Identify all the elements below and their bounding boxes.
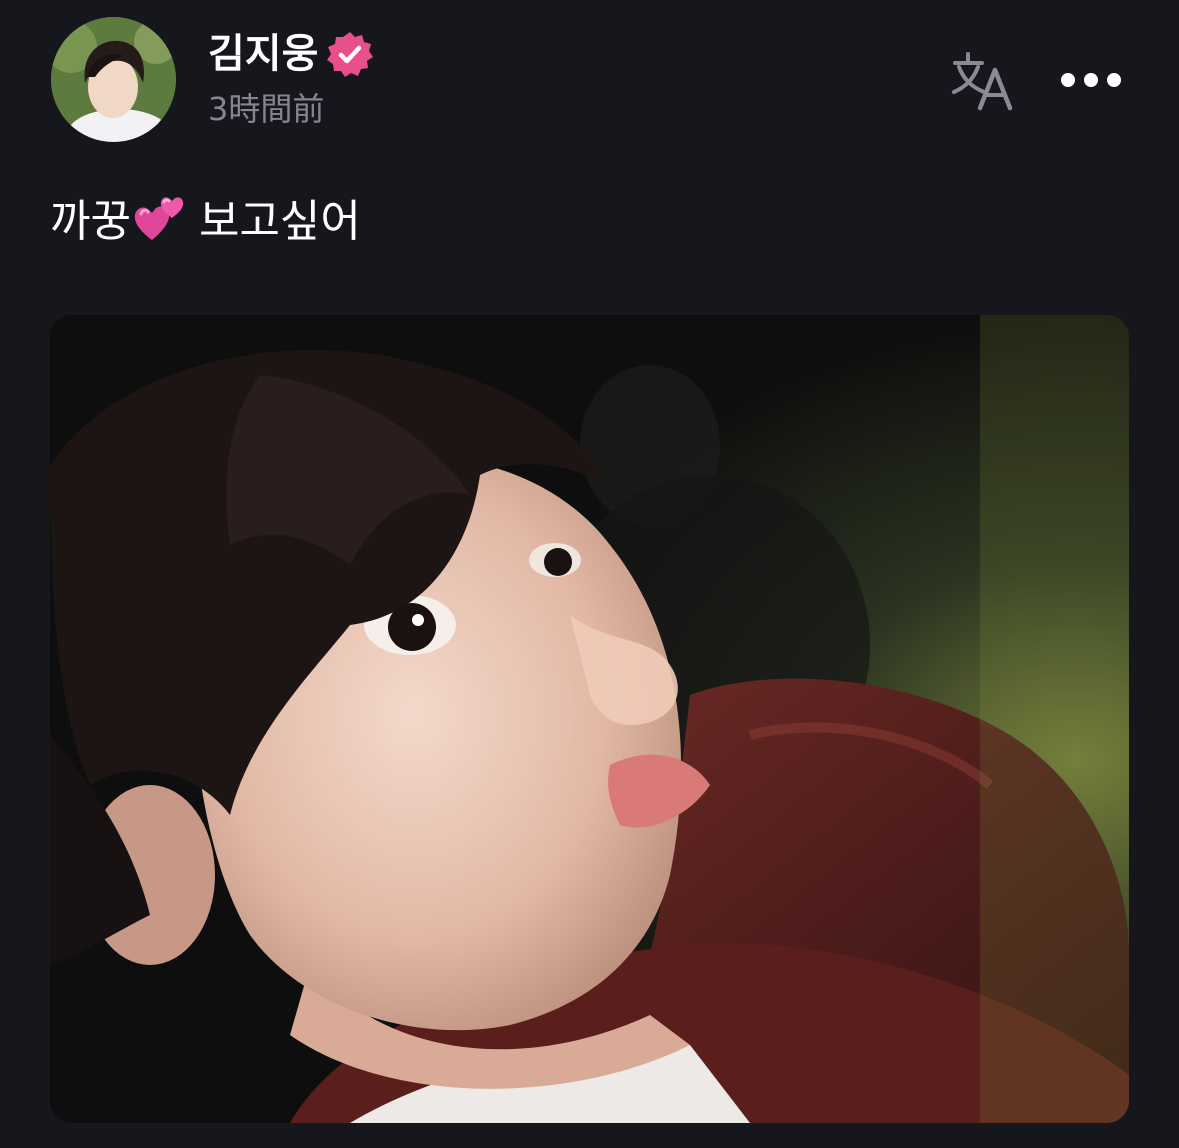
selfie-photo-image	[50, 315, 1129, 1123]
post-card: 김지웅 3時間前 까꿍 보고싶어	[0, 0, 1179, 1148]
avatar-image	[51, 17, 176, 142]
post-timestamp: 3時間前	[208, 90, 325, 128]
more-horizontal-icon	[1061, 73, 1121, 87]
more-options-button[interactable]	[1058, 58, 1124, 102]
post-body: 까꿍 보고싶어	[50, 192, 361, 252]
post-photo[interactable]	[50, 315, 1129, 1123]
translate-icon	[952, 52, 1013, 111]
post-text-message: 보고싶어	[198, 196, 361, 247]
author-name[interactable]: 김지웅	[208, 28, 318, 80]
post-text-greeting: 까꿍	[50, 196, 131, 247]
author-avatar[interactable]	[51, 17, 176, 142]
translate-button[interactable]	[950, 50, 1016, 112]
two-hearts-emoji-icon	[134, 197, 184, 240]
verified-badge-icon	[327, 32, 373, 77]
